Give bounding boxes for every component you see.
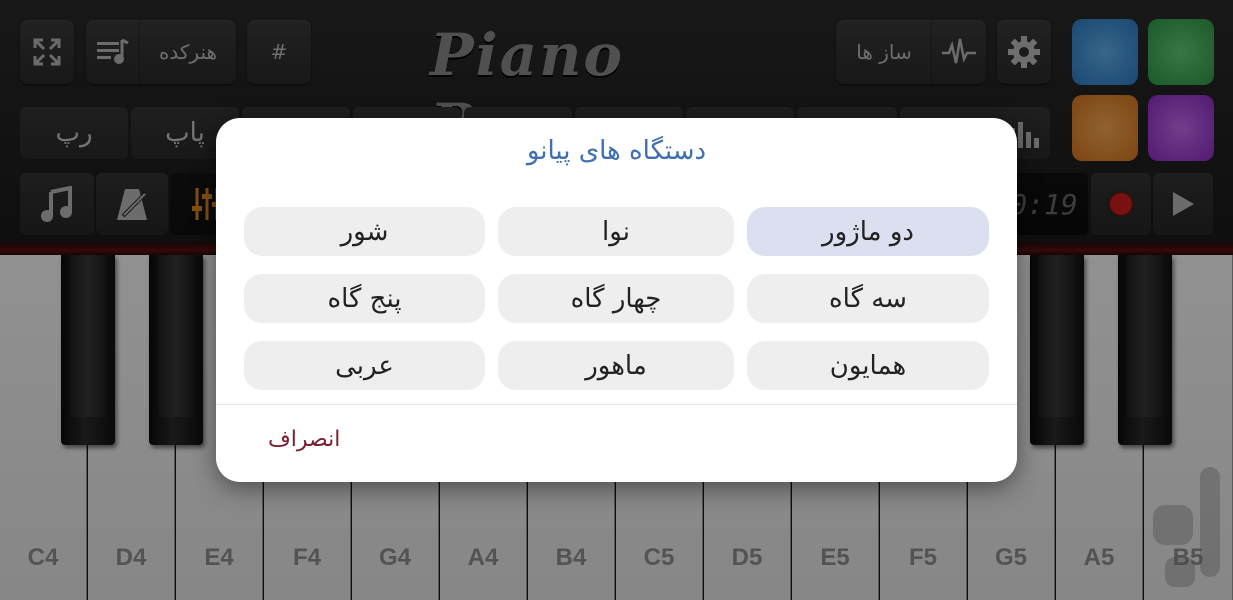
mode-option-label: سه گاه bbox=[829, 283, 907, 314]
mode-option-label: دو ماژور bbox=[822, 216, 914, 247]
mode-option-do-major[interactable]: دو ماژور bbox=[747, 207, 989, 256]
mode-option-segah[interactable]: سه گاه bbox=[747, 274, 989, 323]
mode-option-shur[interactable]: شور bbox=[244, 207, 485, 256]
mode-option-label: عربی bbox=[335, 350, 394, 381]
cancel-button[interactable]: انصراف bbox=[268, 427, 340, 452]
mode-option-label: همایون bbox=[829, 350, 907, 381]
mode-option-mahour[interactable]: ماهور bbox=[498, 341, 734, 390]
mode-option-label: نوا bbox=[602, 216, 630, 247]
mode-option-label: پنج گاه bbox=[327, 283, 402, 314]
mode-option-homayoun[interactable]: همایون bbox=[747, 341, 989, 390]
piano-modes-dialog: دستگاه های پیانو دو ماژور نوا شور سه گاه… bbox=[216, 118, 1017, 482]
dialog-divider bbox=[216, 404, 1017, 405]
mode-option-chahargah[interactable]: چهار گاه bbox=[498, 274, 734, 323]
mode-option-label: شور bbox=[340, 216, 389, 247]
dialog-title: دستگاه های پیانو bbox=[526, 136, 707, 166]
mode-option-nava[interactable]: نوا bbox=[498, 207, 734, 256]
mode-option-label: ماهور bbox=[585, 350, 647, 381]
mode-option-label: چهار گاه bbox=[570, 283, 662, 314]
mode-option-arabi[interactable]: عربی bbox=[244, 341, 485, 390]
mode-option-panjgah[interactable]: پنج گاه bbox=[244, 274, 485, 323]
